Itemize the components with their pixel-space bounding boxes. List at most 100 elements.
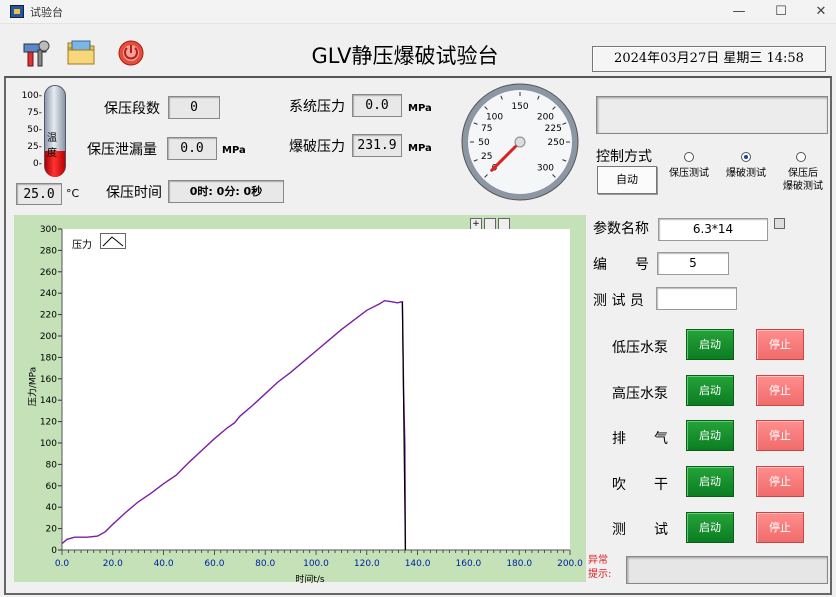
system-pressure-unit: MPa [408,103,432,114]
gauge-tick-label: 250 [547,138,564,148]
x-tick-label: 100.0 [303,559,329,569]
radio-burst-test-label: 爆破测试 [726,168,766,179]
y-tick-label: 60 [46,482,58,492]
high-pump-stop-button[interactable]: 停止 [756,375,804,406]
radio-hold-test[interactable] [684,152,694,162]
system-pressure-value: 0.0 [352,94,402,117]
param-name-input[interactable]: 6.3*14 [658,218,768,241]
low-pump-stop-button[interactable]: 停止 [756,329,804,360]
alarm-label: 异常 提示: [588,555,612,580]
burst-pressure-value: 231.9 [352,134,402,157]
test-stop-button[interactable]: 停止 [756,512,804,543]
control-mode-button[interactable]: 自动 [597,166,657,194]
power-icon[interactable] [116,38,146,68]
gauge-tick-label: 50 [478,138,490,148]
y-tick-label: 100 [40,439,57,449]
y-tick-label: 280 [40,246,57,256]
close-button[interactable]: ✕ [806,2,836,22]
x-tick-label: 0.0 [55,559,70,569]
hold-segments-value: 0 [168,96,220,119]
tester-input[interactable] [656,287,737,310]
hold-time-label: 保压时间 [106,185,162,201]
x-tick-label: 60.0 [204,559,224,569]
device-label-test: 测 试 [612,522,668,538]
tools-icon[interactable] [22,38,52,68]
device-label-dry: 吹 干 [612,477,668,493]
x-tick-label: 80.0 [255,559,275,569]
low-pump-start-button[interactable]: 启动 [686,329,734,360]
thermo-tick: 75- [27,108,42,118]
serial-number-label: 编 号 [593,257,649,273]
hold-leak-unit: MPa [222,145,246,156]
thermo-tick: 50- [27,125,42,135]
burst-pressure-label: 爆破压力 [289,139,345,155]
temperature-unit: °C [66,187,80,200]
radio-burst-test[interactable] [741,152,751,162]
hold-time-value: 0时: 0分: 0秒 [168,180,284,203]
thermo-tick: 0- [33,159,42,169]
window-titlebar: 试验台 — ☐ ✕ [0,0,836,24]
x-tick-label: 180.0 [506,559,532,569]
param-name-label: 参数名称 [593,221,649,237]
y-tick-label: 160 [40,375,57,385]
gauge-tick-label: 75 [481,124,492,134]
thermo-tick: 25- [27,142,42,152]
y-tick-label: 260 [40,268,57,278]
high-pump-start-button[interactable]: 启动 [686,375,734,406]
y-tick-label: 80 [46,460,58,470]
hold-leak-label: 保压泄漏量 [87,142,157,158]
y-tick-label: 120 [40,418,57,428]
y-tick-label: 300 [40,225,57,235]
y-tick-label: 200 [40,332,57,342]
device-label-exhaust: 排 气 [612,431,668,447]
alarm-display [626,556,828,584]
thermo-tick: 100- [21,91,42,101]
pressure-chart: 0 20 40 60 80 100 120 140 160 180 200 220 240 260 280 3… [40,225,583,569]
message-display [596,96,828,134]
y-tick-label: 240 [40,289,57,299]
x-tick-label: 20.0 [103,559,123,569]
folder-icon[interactable] [66,38,96,68]
gauge-tick-label: 100 [486,113,503,123]
dry-start-button[interactable]: 启动 [686,466,734,497]
maximize-button[interactable]: ☐ [766,2,796,22]
browse-icon[interactable] [774,218,785,229]
y-tick-label: 40 [46,503,58,513]
x-tick-label: 120.0 [354,559,380,569]
system-pressure-label: 系统压力 [289,99,345,115]
gauge-tick-label: 150 [511,102,528,112]
minimize-button[interactable]: — [724,2,754,22]
x-tick-label: 160.0 [456,559,482,569]
hold-segments-label: 保压段数 [104,101,160,117]
window-title: 试验台 [30,6,63,19]
radio-hold-then-burst[interactable] [796,152,806,162]
exhaust-start-button[interactable]: 启动 [686,420,734,451]
dry-stop-button[interactable]: 停止 [756,466,804,497]
exhaust-stop-button[interactable]: 停止 [756,420,804,451]
tester-label: 测 试 员 [593,293,644,309]
y-tick-label: 180 [40,353,57,363]
x-tick-label: 140.0 [405,559,431,569]
pressure-gauge: 0255075100150200225250300 [461,83,579,201]
gauge-tick-label: 300 [537,163,554,173]
device-label-high-pump: 高压水泵 [612,386,668,402]
y-tick-label: 220 [40,311,57,321]
gauge-hub [514,136,526,148]
gauge-tick-label: 25 [481,152,492,162]
page-title: GLV静压爆破试验台 [311,44,499,68]
serial-number-input[interactable]: 5 [657,252,729,275]
thermo-label: 温度 [47,133,57,159]
radio-hold-then-burst-label: 保压后 爆破测试 [783,168,823,192]
y-tick-label: 20 [46,525,58,535]
series-line-pressure [61,299,407,551]
device-label-low-pump: 低压水泵 [612,340,668,356]
temperature-value: 25.0 [16,183,62,205]
radio-hold-test-label: 保压测试 [669,168,709,179]
y-tick-label: 0 [51,546,57,556]
datetime-display: 2024年03月27日 星期三 14:58 [592,46,826,72]
x-tick-label: 200.0 [557,559,583,569]
burst-pressure-unit: MPa [408,143,432,154]
y-tick-label: 140 [40,396,57,406]
test-start-button[interactable]: 启动 [686,512,734,543]
x-tick-label: 40.0 [154,559,174,569]
